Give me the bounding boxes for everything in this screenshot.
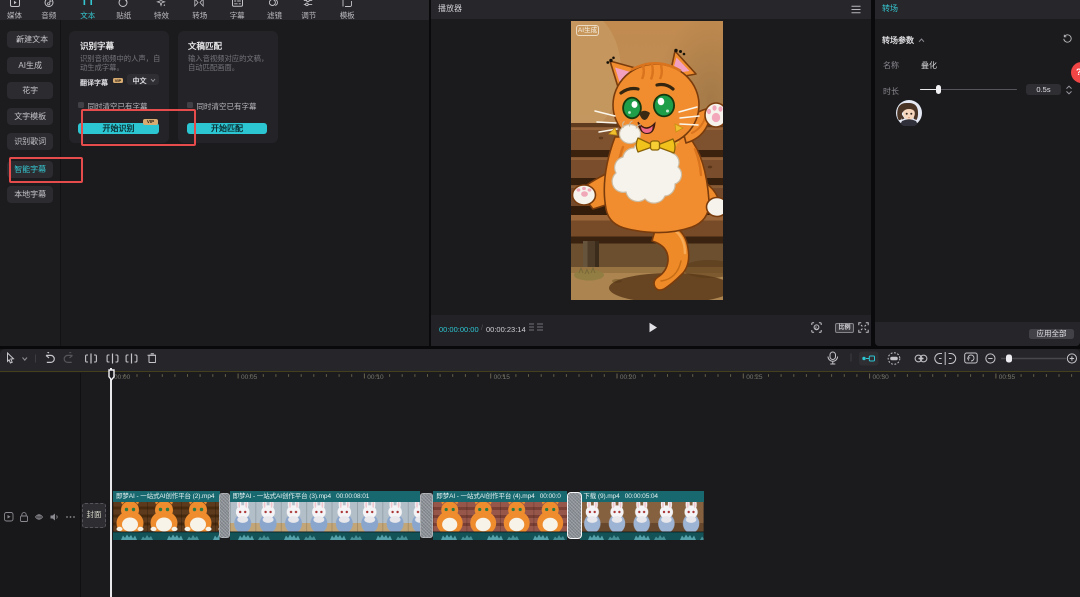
svg-text:00:00: 00:00 [114, 374, 131, 381]
svg-text:00:15: 00:15 [494, 374, 511, 381]
svg-text:00:25: 00:25 [746, 374, 763, 381]
svg-text:00:10: 00:10 [367, 374, 384, 381]
svg-text:00:35: 00:35 [999, 374, 1016, 381]
svg-text:00:20: 00:20 [620, 374, 637, 381]
svg-text:00:05: 00:05 [241, 374, 258, 381]
svg-text:00:30: 00:30 [873, 374, 890, 381]
